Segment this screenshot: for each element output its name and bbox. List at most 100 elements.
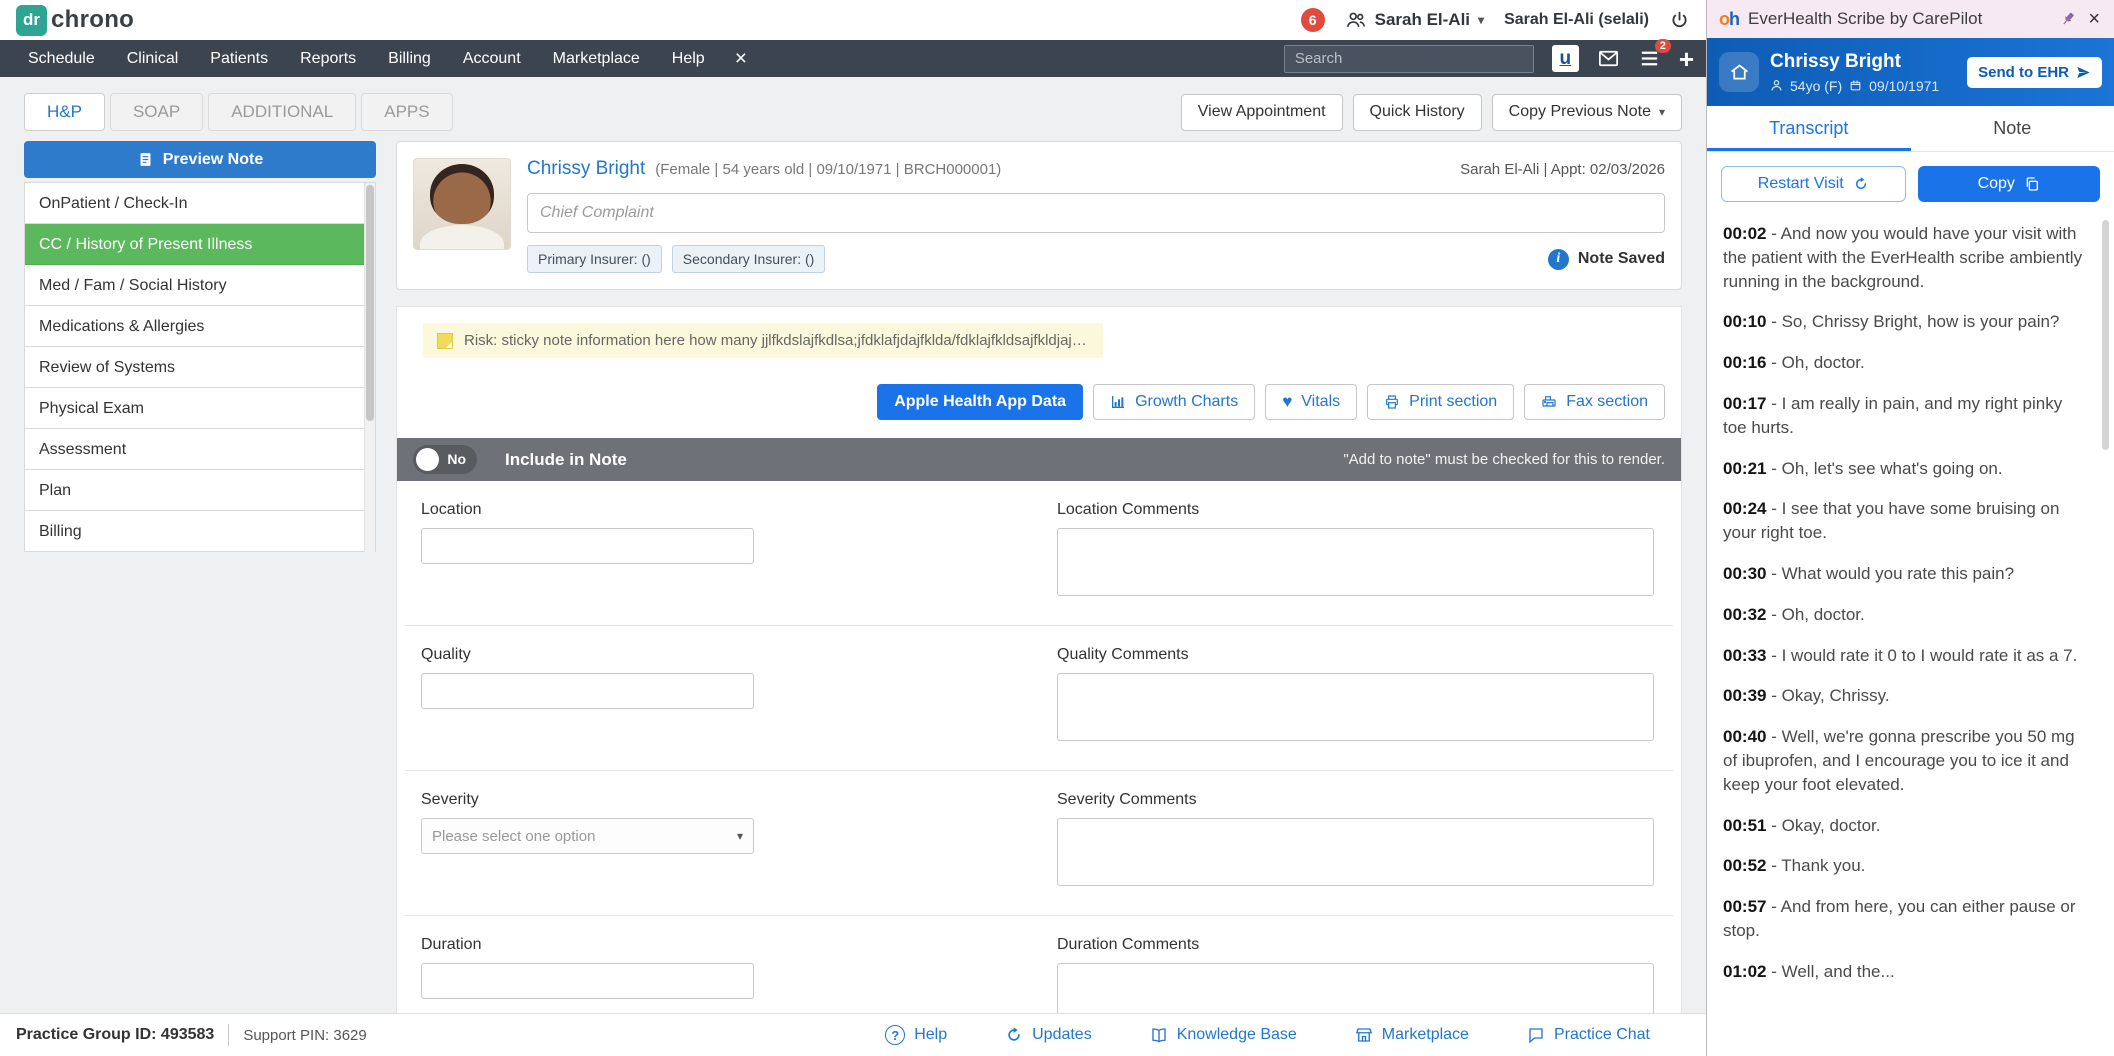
home-icon[interactable] (1719, 52, 1759, 92)
transcript-list[interactable]: 00:02 - And now you would have your visi… (1707, 212, 2114, 1056)
chevron-down-icon: ▾ (1478, 13, 1485, 27)
nav-item[interactable]: Schedule (12, 40, 111, 77)
scribe-patient-age: 54yo (F) (1790, 77, 1843, 94)
footer-links: ? Help Updates Knowledge Base Marketplac… (885, 1025, 1650, 1045)
quality-comments-input[interactable] (1057, 673, 1654, 741)
scribe-patient-info: Chrissy Bright 54yo (F) 09/10/1971 (1770, 51, 1956, 94)
note-type-tab[interactable]: H&P (24, 93, 105, 131)
sidebar-section-item[interactable]: Medications & Allergies (25, 306, 375, 347)
nav-item[interactable]: Billing (372, 40, 447, 77)
transcript-separator: - (1766, 815, 1782, 835)
info-icon[interactable]: i (1547, 248, 1569, 270)
scribe-close-icon[interactable]: × (2086, 8, 2102, 31)
severity-select[interactable]: Please select one option ▾ (421, 818, 754, 854)
user-account-label: Sarah El-Ali (selali) (1504, 11, 1649, 28)
transcript-entry: 00:02 - And now you would have your visi… (1723, 222, 2090, 293)
location-input[interactable] (421, 528, 754, 564)
scribe-tab[interactable]: Transcript (1707, 106, 1911, 151)
nav-item[interactable]: Marketplace (537, 40, 656, 77)
transcript-separator: - (1766, 224, 1781, 243)
view-appointment-button[interactable]: View Appointment (1180, 93, 1343, 131)
nav-item[interactable]: Patients (194, 40, 284, 77)
user-menu[interactable]: Sarah El-Ali ▾ (1345, 9, 1484, 31)
pin-icon[interactable] (2059, 10, 2077, 28)
footer-link-updates[interactable]: Updates (1005, 1026, 1092, 1044)
sticky-note-text: Risk: sticky note information here how m… (464, 332, 1089, 349)
transcript-text: What would you rate this pain? (1781, 563, 2015, 583)
notification-badge[interactable]: 6 (1300, 8, 1325, 32)
sidebar-section-item[interactable]: OnPatient / Check-In (25, 183, 375, 224)
chief-complaint-input[interactable] (527, 193, 1665, 233)
fax-section-button[interactable]: Fax section (1524, 384, 1665, 420)
sidebar-scrollbar-thumb[interactable] (366, 185, 374, 422)
quality-comments-label: Quality Comments (1057, 646, 1189, 663)
section-list: OnPatient / Check-In CC / History of Pres… (24, 182, 376, 552)
location-label: Location (421, 501, 482, 518)
sidebar-section-item[interactable]: CC / History of Present Illness (25, 224, 375, 265)
sidebar-section-item[interactable]: Review of Systems (25, 347, 375, 388)
sticky-note[interactable]: Risk: sticky note information here how m… (423, 323, 1103, 358)
footer-link-knowledge-base[interactable]: Knowledge Base (1150, 1026, 1297, 1044)
note-area: Chrissy Bright (Female | 54 years old | … (396, 141, 1682, 1013)
include-toggle[interactable]: No (413, 445, 477, 474)
send-to-ehr-button[interactable]: Send to EHR (1967, 56, 2102, 88)
copy-transcript-button[interactable]: Copy (1917, 166, 2100, 202)
growth-charts-button[interactable]: Growth Charts (1093, 384, 1256, 420)
transcript-entry: 00:21 - Oh, let's see what's going on. (1723, 457, 2090, 481)
sidebar-section-item[interactable]: Plan (25, 470, 375, 511)
primary-insurer-chip[interactable]: Primary Insurer: () (527, 245, 662, 273)
transcript-timestamp: 00:16 (1723, 353, 1767, 373)
plus-icon[interactable]: + (1679, 46, 1694, 72)
secondary-insurer-chip[interactable]: Secondary Insurer: () (671, 245, 826, 273)
sidebar-section-item[interactable]: Assessment (25, 429, 375, 470)
search-input[interactable] (1283, 44, 1534, 73)
mail-icon[interactable] (1597, 47, 1620, 70)
sidebar-section-item[interactable]: Med / Fam / Social History (25, 265, 375, 306)
restart-visit-button[interactable]: Restart Visit (1721, 166, 1906, 202)
footer-link-practice-chat[interactable]: Practice Chat (1527, 1026, 1650, 1044)
quick-history-button[interactable]: Quick History (1352, 93, 1482, 131)
nav-item[interactable]: Help (656, 40, 721, 77)
note-panel: Risk: sticky note information here how m… (396, 306, 1682, 1013)
top-bar: dr chrono 6 Sarah El-Ali ▾ Sarah El-Ali … (0, 0, 1706, 40)
footer-link-help[interactable]: ? Help (885, 1025, 947, 1045)
transcript-scrollbar[interactable] (2102, 220, 2109, 450)
tasks-menu-icon[interactable]: 2 (1638, 39, 1671, 70)
transcript-timestamp: 00:24 (1723, 499, 1767, 519)
preview-note-button[interactable]: Preview Note (24, 141, 376, 178)
section-actions-row: Apple Health App Data Growth Charts ♥ Vi… (397, 358, 1681, 438)
note-type-tab[interactable]: ADDITIONAL (208, 93, 357, 131)
transcript-separator: - (1766, 961, 1782, 981)
quality-input[interactable] (421, 673, 754, 709)
location-comments-input[interactable] (1057, 528, 1654, 596)
patient-header-row: Chrissy Bright (Female | 54 years old | … (527, 158, 1665, 180)
scribe-patient-meta: 54yo (F) 09/10/1971 (1770, 78, 1956, 94)
scribe-tab[interactable]: Note (1911, 106, 2114, 151)
patient-name-link[interactable]: Chrissy Bright (527, 158, 645, 180)
transcript-text: Oh, doctor. (1781, 604, 1865, 624)
nav-item[interactable]: Reports (284, 40, 372, 77)
nav-item[interactable]: Account (447, 40, 537, 77)
duration-input[interactable] (421, 963, 754, 999)
note-type-tab[interactable]: APPS (361, 93, 453, 131)
duration-comments-input[interactable] (1057, 963, 1654, 1013)
nav-item[interactable]: Clinical (111, 40, 195, 77)
severity-comments-input[interactable] (1057, 818, 1654, 886)
sidebar-scrollbar[interactable] (364, 183, 375, 552)
duration-comments-label: Duration Comments (1057, 936, 1200, 953)
note-type-tab[interactable]: SOAP (109, 93, 204, 131)
print-section-button[interactable]: Print section (1367, 384, 1515, 420)
nav-close-icon[interactable]: × (721, 47, 761, 71)
sidebar-section-item[interactable]: Billing (25, 511, 375, 552)
sidebar-section-item[interactable]: Physical Exam (25, 388, 375, 429)
vitals-button[interactable]: ♥ Vitals (1265, 384, 1358, 420)
power-icon[interactable] (1669, 10, 1690, 31)
footer-link-marketplace[interactable]: Marketplace (1355, 1026, 1469, 1044)
updox-icon[interactable]: u (1551, 45, 1579, 72)
patient-demographics: (Female | 54 years old | 09/10/1971 | BR… (655, 161, 1002, 178)
transcript-entry: 00:52 - Thank you. (1723, 854, 2090, 878)
chevron-down-icon: ▾ (1658, 105, 1665, 119)
copy-previous-note-button[interactable]: Copy Previous Note ▾ (1491, 93, 1682, 131)
apple-health-button[interactable]: Apple Health App Data (877, 384, 1084, 420)
sticky-note-icon (437, 332, 453, 349)
